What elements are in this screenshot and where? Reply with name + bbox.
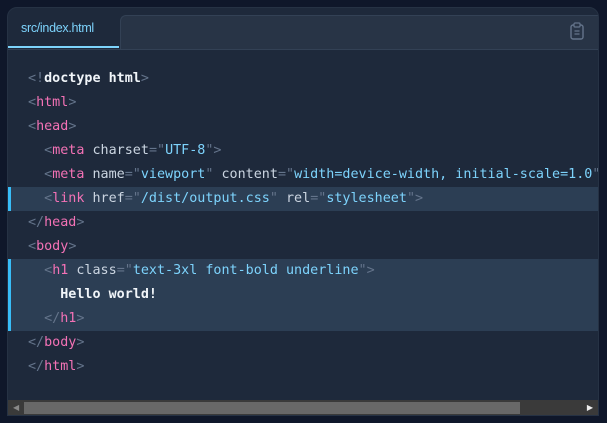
code-token: Hello world!	[28, 287, 157, 302]
scrollbar-thumb[interactable]	[24, 402, 520, 414]
code-line: <html>	[8, 91, 598, 115]
code-token: ="	[116, 263, 133, 278]
code-token: doctype html	[44, 71, 141, 86]
code-token: <	[28, 119, 37, 134]
code-line: </html>	[8, 355, 598, 379]
code-token: ">	[406, 191, 424, 206]
code-token: >	[76, 335, 85, 350]
code-token: head	[44, 215, 77, 230]
code-line: <link href="/dist/output.css" rel="style…	[8, 187, 598, 211]
code-token: head	[36, 119, 69, 134]
code-token: rel	[277, 191, 311, 206]
code-line: <h1 class="text-3xl font-bold underline"…	[8, 259, 598, 283]
horizontal-scrollbar[interactable]: ◀ ▶	[8, 400, 598, 415]
tab-bar-filler	[120, 15, 598, 49]
code-token: name	[84, 167, 125, 182]
code-token: html	[36, 95, 69, 110]
code-token: </	[28, 359, 45, 374]
code-token: h1	[60, 311, 77, 326]
tab-src-index-html[interactable]: src/index.html	[8, 8, 119, 48]
code-token: </	[28, 215, 45, 230]
code-token: <!	[28, 71, 45, 86]
code-token: <	[28, 95, 37, 110]
code-token: >	[76, 215, 85, 230]
tab-bar: src/index.html	[8, 8, 598, 50]
code-token: "	[269, 191, 278, 206]
code-token: ="	[124, 191, 141, 206]
code-panel: src/index.html <!doctype html> <html> <hea…	[7, 7, 599, 416]
code-token: >	[76, 311, 85, 326]
scroll-right-icon[interactable]: ▶	[587, 403, 593, 413]
code-token: ="	[310, 191, 327, 206]
code-token: charset	[84, 143, 149, 158]
code-token: >	[68, 95, 77, 110]
code-token: link	[52, 191, 85, 206]
code-token: stylesheet	[326, 191, 407, 206]
code-block[interactable]: <!doctype html> <html> <head> <meta charse…	[8, 67, 598, 379]
code-line: Hello world!	[8, 283, 598, 307]
code-token: UTF-8	[165, 143, 206, 158]
code-token: body	[36, 239, 69, 254]
code-token: meta	[52, 143, 85, 158]
code-token: <	[28, 191, 53, 206]
code-line: </body>	[8, 331, 598, 355]
code-token: ="	[148, 143, 166, 158]
code-token: >	[68, 119, 77, 134]
code-line: </head>	[8, 211, 598, 235]
code-token: </	[28, 311, 61, 326]
code-token: class	[68, 263, 117, 278]
code-token: h1	[52, 263, 69, 278]
code-token: href	[84, 191, 125, 206]
code-token: ">	[205, 143, 222, 158]
code-token: ="	[277, 167, 295, 182]
code-token: >	[140, 71, 149, 86]
code-token: ="	[124, 167, 141, 182]
code-token: >	[76, 359, 85, 374]
code-line: <!doctype html>	[8, 67, 598, 91]
code-token: </	[28, 335, 45, 350]
code-line: <meta name="viewport" content="width=dev…	[8, 163, 598, 187]
code-token: <	[28, 239, 37, 254]
code-token: ">	[358, 263, 375, 278]
code-token: ">	[592, 167, 598, 182]
code-token: html	[44, 359, 77, 374]
code-token: viewport	[140, 167, 206, 182]
code-token: >	[68, 239, 77, 254]
code-token: <	[28, 143, 53, 158]
code-line: <head>	[8, 115, 598, 139]
code-line: <meta charset="UTF-8">	[8, 139, 598, 163]
code-token: /dist/output.css	[140, 191, 270, 206]
code-line: </h1>	[8, 307, 598, 331]
code-token: meta	[52, 167, 85, 182]
code-token: <	[28, 263, 53, 278]
clipboard-icon[interactable]	[570, 22, 584, 40]
code-token: content	[213, 167, 278, 182]
code-token: text-3xl font-bold underline	[132, 263, 359, 278]
code-line: <body>	[8, 235, 598, 259]
code-token: body	[44, 335, 77, 350]
scroll-left-icon[interactable]: ◀	[13, 403, 19, 413]
code-token: width=device-width, initial-scale=1.0	[294, 167, 593, 182]
code-token: <	[28, 167, 53, 182]
